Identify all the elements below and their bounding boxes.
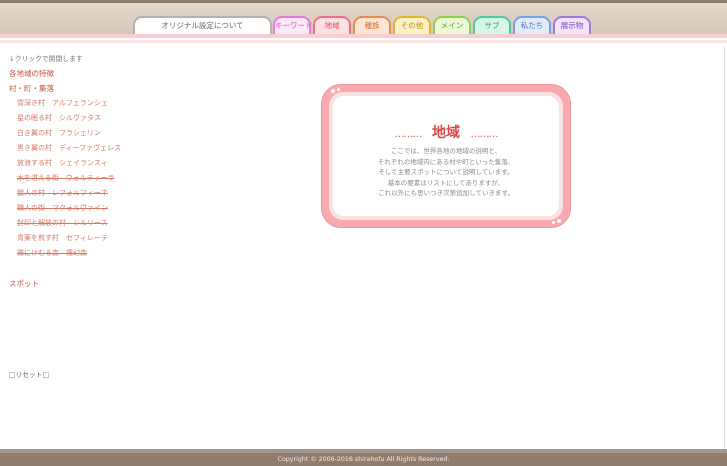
card-line: 基本の要素はリストにしてありますが、 [387, 178, 505, 187]
tab-keyword[interactable]: キーワード [273, 16, 313, 34]
card-description: ここでは、世界各地の地域の説明と、 それぞれの地域内にある村や町といった集落、 … [333, 146, 559, 199]
title-dash-left: ……… [394, 129, 423, 140]
copyright: Copyright © 2006-2016 shirahofu All Righ… [0, 453, 727, 466]
card-line: これ以外にも思いつき次第追加していきます。 [378, 189, 514, 197]
frame-dot [557, 219, 561, 223]
region-intro-card: ……… 地域 ……… ここでは、世界各地の地域の説明と、 それぞれの地域内にある… [321, 84, 571, 228]
tab-us[interactable]: 私たち [513, 16, 551, 34]
header-stripe-lightpink [0, 40, 727, 43]
frame-dot [552, 221, 555, 224]
toggle-hint: ↓クリックで開閉します [9, 55, 83, 63]
sidebar-category-features[interactable]: 各地域の特徴 [9, 68, 54, 79]
sidebar-item[interactable]: 放浪する村 シェイランスィ [17, 158, 108, 168]
card-line: ここでは、世界各地の地域の説明と、 [390, 147, 502, 155]
sidebar-item[interactable]: 星の眠る村 シルヴァタス [17, 113, 101, 123]
tab-exhibits[interactable]: 展示物 [553, 16, 591, 34]
sidebar-item[interactable]: 獣人の村 レフォルフィーネ [17, 188, 108, 198]
tab-race[interactable]: 種族 [353, 16, 391, 34]
sidebar-item[interactable]: 職人の街 マクォルヴァイン [17, 203, 108, 213]
card-title: ……… 地域 ……… [333, 122, 559, 142]
card-inner-frame: ……… 地域 ……… ここでは、世界各地の地域の説明と、 それぞれの地域内にある… [329, 92, 563, 220]
sidebar-item[interactable]: 青薬を煎す村 セフィレーテ [17, 233, 108, 243]
frame-dot [331, 89, 335, 93]
content-right-border [724, 46, 725, 449]
sidebar-category-spots[interactable]: スポット [9, 278, 39, 289]
tab-sub[interactable]: サブ [473, 16, 511, 34]
sidebar-item[interactable]: 雪深き村 アルフェランシェ [17, 98, 108, 108]
tab-region[interactable]: 地域 [313, 16, 351, 34]
sidebar-item[interactable]: 水を湛える街 ウォルティーラ [17, 173, 114, 183]
sidebar-category-villages[interactable]: 村・町・集落 [9, 83, 54, 94]
sidebar-item[interactable]: 封印と解放の村 シルリース [17, 218, 108, 228]
card-line: そして主要スポットについて説明しています。 [378, 168, 514, 176]
reset-link[interactable]: □リセット□ [9, 369, 49, 379]
card-body: ……… 地域 ……… ここでは、世界各地の地域の説明と、 それぞれの地域内にある… [333, 96, 559, 216]
sidebar-item[interactable]: 白き翼の村 フラシェリン [17, 128, 101, 138]
title-dash-right: ……… [470, 129, 498, 140]
frame-dot [337, 88, 340, 91]
tab-main[interactable]: メイン [433, 16, 471, 34]
tab-other[interactable]: その他 [393, 16, 431, 34]
sidebar-item[interactable]: 黒き翼の村 ディーファヴェレス [17, 143, 121, 153]
tab-original-settings[interactable]: オリジナル設定について [133, 16, 272, 34]
card-title-text: 地域 [432, 125, 460, 141]
sidebar-item[interactable]: 霧にけむる森 霧幻森 [17, 248, 87, 258]
card-line: それぞれの地域内にある村や町といった集落、 [377, 157, 515, 166]
